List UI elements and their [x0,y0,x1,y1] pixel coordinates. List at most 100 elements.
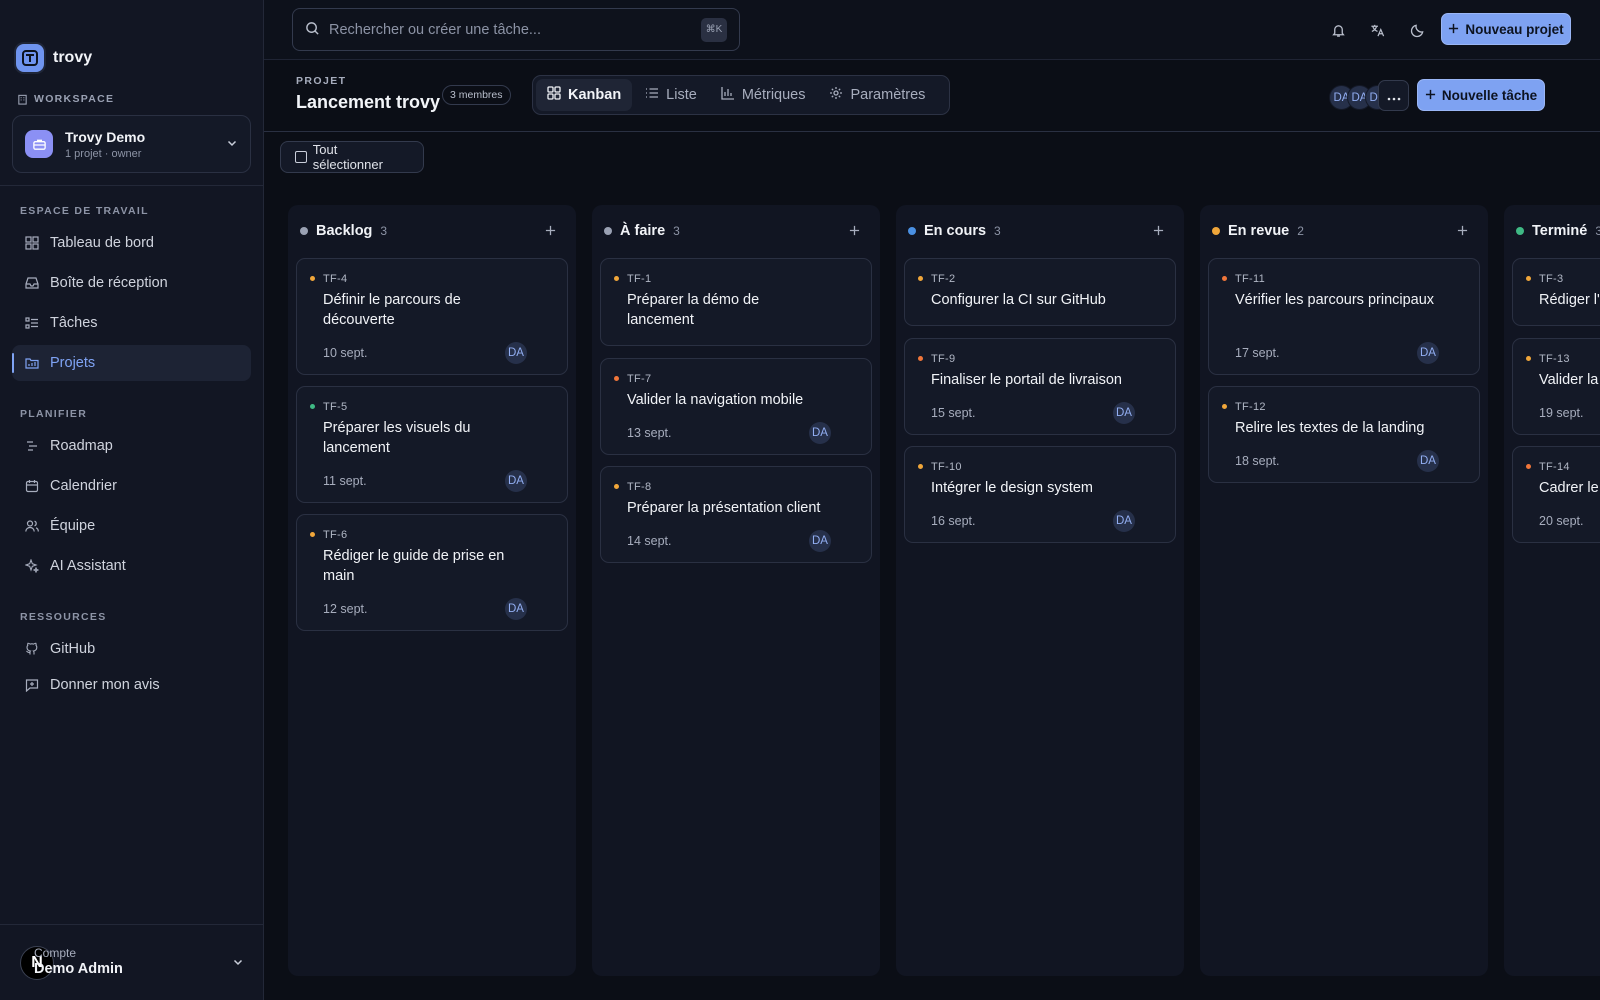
sidebar-item-label: Tableau de bord [50,235,154,251]
translate-icon[interactable] [1367,20,1387,40]
section-title-plan: PLANIFIER [20,408,88,420]
column-count: 3 [994,224,1001,238]
tab-kanban[interactable]: Kanban [536,79,633,111]
sidebar-item-inbox[interactable]: Boîte de réception [12,265,251,301]
task-title: Cadrer le [1539,480,1599,496]
brand[interactable]: trovy [16,44,92,72]
task-due-date: 16 sept. [931,514,976,528]
column-count: 2 [1297,224,1304,238]
dashboard-icon [24,236,39,251]
member-avatars[interactable]: DA DA DB [1329,85,1390,110]
topbar: ⌘K Nouveau projet [264,0,1600,60]
chevron-down-icon [232,955,244,971]
sidebar-item-label: AI Assistant [50,558,126,574]
task-card[interactable]: TF-5 Préparer les visuels du lancement 11… [296,386,568,503]
task-card[interactable]: TF-11 Vérifier les parcours principaux 17… [1208,258,1480,375]
priority-dot [1526,356,1531,361]
shortcut-hint: ⌘K [701,17,727,42]
task-id: TF-9 [931,353,956,365]
sidebar-item-label: GitHub [50,641,96,657]
building-icon [18,94,27,105]
avatar: DA [809,422,831,444]
team-icon [24,519,39,534]
tab-settings[interactable]: Paramètres [818,79,936,111]
new-project-label: Nouveau projet [1465,21,1564,37]
task-id: TF-2 [931,273,956,285]
members-badge[interactable]: 3 membres [442,85,511,105]
task-due-date: 17 sept. [1235,346,1280,360]
task-card[interactable]: TF-6 Rédiger le guide de prise en main 12… [296,514,568,631]
task-title: Préparer les visuels du lancement [323,420,471,456]
add-card-icon[interactable] [1150,222,1166,238]
tab-list[interactable]: Liste [634,79,708,111]
search-box[interactable]: ⌘K [292,8,740,51]
task-card[interactable]: TF-3 Rédiger l' [1512,258,1600,326]
column-header: Terminé 3 [1516,223,1600,239]
task-title: Relire les textes de la landing [1235,420,1425,436]
sidebar-item-label: Calendrier [50,478,117,494]
task-card[interactable]: TF-1 Préparer la démo de lancement [600,258,872,346]
search-input[interactable] [329,21,689,38]
tab-metrics[interactable]: Métriques [710,79,817,111]
sidebar-item-feedback[interactable]: Donner mon avis [12,667,251,703]
more-horizontal-icon [1387,88,1401,104]
task-id: TF-14 [1539,461,1570,473]
task-card[interactable]: TF-13 Valider la 19 sept. [1512,338,1600,435]
task-id: TF-10 [931,461,962,473]
moon-icon[interactable] [1407,20,1427,40]
task-title: Valider la navigation mobile [627,392,804,408]
task-id: TF-13 [1539,353,1570,365]
task-card[interactable]: TF-7 Valider la navigation mobile 13 sept… [600,358,872,455]
task-card[interactable]: TF-2 Configurer la CI sur GitHub [904,258,1176,326]
new-task-button[interactable]: Nouvelle tâche [1417,79,1545,111]
kanban-column: À faire 3 TF-1 Préparer la démo de lance… [592,205,880,976]
calendar-icon [24,479,39,494]
priority-dot [310,276,315,281]
tab-label: Liste [666,87,697,103]
task-card[interactable]: TF-10 Intégrer le design system 16 sept. D… [904,446,1176,543]
projects-icon [24,356,39,371]
priority-dot [918,356,923,361]
column-count: 3 [673,224,680,238]
sidebar-item-ai-assistant[interactable]: AI Assistant [12,548,251,584]
select-all-button[interactable]: Tout sélectionner [280,141,424,173]
sidebar-divider [0,185,264,186]
avatar: DA [505,598,527,620]
add-card-icon[interactable] [542,222,558,238]
sidebar-item-calendar[interactable]: Calendrier [12,468,251,504]
workspace-switcher[interactable]: Trovy Demo 1 projet · owner [12,115,251,173]
task-id: TF-7 [627,373,652,385]
column-count: 3 [1595,224,1600,238]
select-all-label: Tout sélectionner [312,142,383,172]
sidebar-item-team[interactable]: Équipe [12,508,251,544]
sparkles-icon [24,559,39,574]
task-due-date: 15 sept. [931,406,976,420]
task-card[interactable]: TF-8 Préparer la présentation client 14 s… [600,466,872,563]
priority-dot [310,532,315,537]
more-options-button[interactable] [1378,80,1409,111]
task-card[interactable]: TF-14 Cadrer le 20 sept. [1512,446,1600,543]
task-id: TF-12 [1235,401,1266,413]
task-title: Vérifier les parcours principaux [1235,292,1435,308]
sidebar-item-label: Tâches [50,315,98,331]
add-card-icon[interactable] [846,222,862,238]
bell-icon[interactable] [1328,20,1348,40]
new-project-button[interactable]: Nouveau projet [1441,13,1571,45]
avatar: DA [1113,402,1135,424]
sidebar-item-github[interactable]: GitHub [12,631,251,667]
sidebar-item-roadmap[interactable]: Roadmap [12,428,251,464]
sidebar-item-projects[interactable]: Projets [12,345,251,381]
sidebar-item-dashboard[interactable]: Tableau de bord [12,225,251,261]
project-kicker: PROJET [296,75,347,87]
plus-icon [1425,88,1436,103]
brand-name: trovy [53,49,93,66]
account-menu[interactable]: N Compte Demo Admin [0,924,264,1000]
task-card[interactable]: TF-9 Finaliser le portail de livraison 15… [904,338,1176,435]
task-card[interactable]: TF-12 Relire les textes de la landing 18 … [1208,386,1480,483]
task-title: Finaliser le portail de livraison [931,372,1122,388]
sidebar-item-tasks[interactable]: Tâches [12,305,251,341]
sidebar: trovy WORKSPACE Trovy Demo 1 projet · ow… [0,0,264,1000]
task-card[interactable]: TF-4 Définir le parcours de découverte 10… [296,258,568,375]
add-card-icon[interactable] [1454,222,1470,238]
gear-icon [829,86,843,104]
